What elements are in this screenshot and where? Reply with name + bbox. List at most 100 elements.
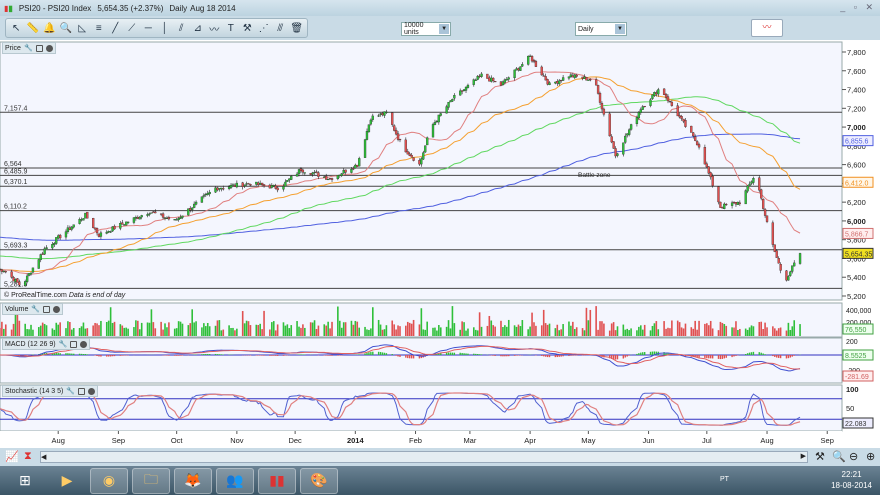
volume-bar xyxy=(121,325,124,336)
zoom-in-icon[interactable]: ⊕ xyxy=(866,450,875,463)
windows-start-icon[interactable]: ⊞ xyxy=(6,468,44,494)
macd-histogram-bar xyxy=(500,355,502,357)
volume-bar xyxy=(506,326,508,336)
wrench-icon[interactable]: 🔧 xyxy=(31,305,40,313)
volume-bar xyxy=(311,322,314,336)
close-icon[interactable] xyxy=(80,340,88,348)
candle xyxy=(317,172,320,177)
horizontal-scrollbar[interactable]: ◀ ▶ xyxy=(40,451,808,463)
auto-scale-icon[interactable]: ⚒ xyxy=(815,450,825,463)
candle xyxy=(600,103,604,110)
volume-bar xyxy=(556,324,559,336)
macd-histogram-bar xyxy=(220,354,223,355)
firefox-icon[interactable]: 🦊 xyxy=(174,467,212,494)
pointer-icon[interactable]: ↖ xyxy=(9,20,24,36)
language-indicator[interactable]: PT xyxy=(720,476,729,483)
ruler-icon[interactable]: 📏 xyxy=(26,20,41,36)
candle xyxy=(560,79,563,82)
close-icon[interactable] xyxy=(88,387,96,395)
media-player-icon[interactable]: ▶ xyxy=(48,468,86,494)
zoom-out-icon[interactable]: ⊖ xyxy=(849,450,858,463)
candle xyxy=(680,116,683,119)
volume-bar xyxy=(436,330,438,336)
candle xyxy=(82,218,85,221)
parallel-icon[interactable]: ⫻ xyxy=(273,20,288,36)
close-icon[interactable] xyxy=(53,305,61,313)
wrench-icon[interactable]: 🔧 xyxy=(66,387,75,395)
horizontal-line-icon[interactable]: ─ xyxy=(141,20,156,36)
wrench-icon[interactable]: 🔧 xyxy=(59,340,68,348)
candle xyxy=(668,100,672,103)
line-icon[interactable]: ╱ xyxy=(108,20,123,36)
timeframe-select[interactable]: Daily ▼ xyxy=(575,22,627,36)
candle xyxy=(299,168,303,172)
chevron-down-icon: ▼ xyxy=(439,24,449,34)
pattern-icon[interactable]: 〰 xyxy=(207,20,222,36)
macd-histogram-bar xyxy=(614,355,617,360)
volume-bar xyxy=(366,329,368,336)
window-icon[interactable] xyxy=(43,305,51,313)
volume-bar xyxy=(657,329,660,336)
volume-bar xyxy=(150,309,153,336)
chart-canvas[interactable]: 7,157.4 6,5646,485.9 6,370.1 6,110.2 5,693.3… xyxy=(0,40,880,448)
price-axis-label: 6,600 xyxy=(847,161,866,170)
macd-histogram-bar xyxy=(562,355,564,357)
chart-style-button[interactable]: 〰 xyxy=(751,19,783,37)
export-icon[interactable]: 📈 xyxy=(5,450,19,463)
drawing-toolbar: ↖ 📏 🔔 🔍 ◺ ≡ ╱ ⟋ ─ │ ⫽ ⊿ 〰 T ⚒ ⋰ ⫻ 🗑 xyxy=(5,18,308,38)
vertical-line-icon[interactable]: │ xyxy=(158,20,173,36)
macd-histogram-bar xyxy=(100,355,102,357)
candle xyxy=(616,153,619,156)
timeframe-value: Daily xyxy=(578,25,594,33)
window-icon[interactable] xyxy=(70,340,78,348)
scroll-left-icon[interactable]: ◀ xyxy=(41,454,46,461)
paint-icon[interactable]: 🎨 xyxy=(300,467,338,494)
volume-bar xyxy=(232,327,234,336)
channel-icon[interactable]: ⫽ xyxy=(174,20,189,36)
candle xyxy=(391,112,394,125)
candle xyxy=(709,172,712,178)
volume-bar xyxy=(638,326,640,336)
tools-icon[interactable]: ⚒ xyxy=(240,20,255,36)
macd-histogram-bar xyxy=(86,354,89,355)
close-icon[interactable] xyxy=(45,44,53,52)
volume-bar xyxy=(531,312,533,336)
volume-bar xyxy=(245,320,248,336)
candle xyxy=(146,214,149,216)
volume-bar xyxy=(177,321,180,336)
text-icon[interactable]: T xyxy=(224,20,239,36)
time-axis-label: Feb xyxy=(409,436,422,445)
clock[interactable]: 22:21 18-08-2014 xyxy=(831,469,872,491)
chart-area[interactable]: 7,157.4 6,564 6,485.9 6,370.1 6,110.2 5,693.3… xyxy=(0,40,880,448)
fibonacci-fan-icon[interactable]: ◺ xyxy=(75,20,90,36)
point-icon[interactable]: ⋰ xyxy=(257,20,272,36)
window-icon[interactable] xyxy=(35,44,43,52)
candle xyxy=(165,217,169,220)
volume-bar xyxy=(663,321,665,336)
volume-bar xyxy=(787,322,790,336)
messenger-icon[interactable]: 👥 xyxy=(216,467,254,494)
chrome-icon[interactable]: ◉ xyxy=(90,467,128,494)
zoom-icon[interactable]: 🔍 xyxy=(59,20,74,36)
regression-icon[interactable]: ⊿ xyxy=(191,20,206,36)
trash-icon[interactable]: 🗑 xyxy=(290,20,305,36)
time-axis-label: Jun xyxy=(643,436,655,445)
zoom-fit-icon[interactable]: 🔍 xyxy=(832,450,846,463)
candle xyxy=(744,190,747,205)
file-explorer-icon[interactable]: 🗀 xyxy=(132,467,170,494)
volume-bar xyxy=(230,328,232,336)
scroll-right-icon[interactable]: ▶ xyxy=(801,452,806,460)
candle xyxy=(447,101,450,108)
alarm-bell-icon[interactable]: 🔔 xyxy=(42,20,57,36)
indicator-icon[interactable]: ⧗ xyxy=(24,450,32,463)
prorealtime-icon[interactable]: ▮▮ xyxy=(258,467,296,494)
macd-histogram-bar xyxy=(269,355,271,356)
ray-icon[interactable]: ⟋ xyxy=(125,20,140,36)
fibonacci-retracement-icon[interactable]: ≡ xyxy=(92,20,107,36)
candle xyxy=(608,113,611,137)
macd-histogram-bar xyxy=(273,355,275,356)
units-select[interactable]: 10000 units ▼ xyxy=(401,22,451,36)
wrench-icon[interactable]: 🔧 xyxy=(24,44,33,52)
window-icon[interactable] xyxy=(78,387,86,395)
window-controls[interactable]: _ ▫ ✕ xyxy=(840,2,876,13)
